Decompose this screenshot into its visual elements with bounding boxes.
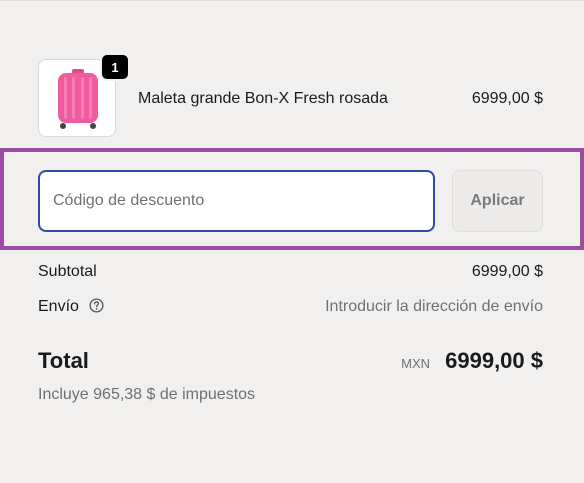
taxes-note: Incluye 965,38 $ de impuestos [38,386,256,403]
suitcase-image-icon [58,69,98,129]
subtotal-value: 6999,00 $ [471,263,543,280]
product-price: 6999,00 $ [471,90,543,107]
shipping-value[interactable]: Introducir la dirección de envío [325,298,543,316]
product-name: Maleta grande Bon-X Fresh rosada [138,90,388,107]
currency-code: MXN [401,356,430,371]
top-divider [0,0,584,1]
apply-discount-button[interactable]: Aplicar [452,170,543,232]
total-value: 6999,00 $ [445,348,543,373]
subtotal-label: Subtotal [38,263,97,280]
shipping-label: Envío [38,298,79,315]
total-label: Total [38,348,89,373]
discount-code-input[interactable] [38,170,435,232]
quantity-badge: 1 [100,53,130,81]
question-circle-icon[interactable] [89,298,104,318]
shipping-row: Envío Introducir la dirección de envío [38,298,543,318]
cart-line-item: 1 Maleta grande Bon-X Fresh rosada 6999,… [38,53,543,139]
subtotal-row: Subtotal 6999,00 $ [38,263,543,281]
